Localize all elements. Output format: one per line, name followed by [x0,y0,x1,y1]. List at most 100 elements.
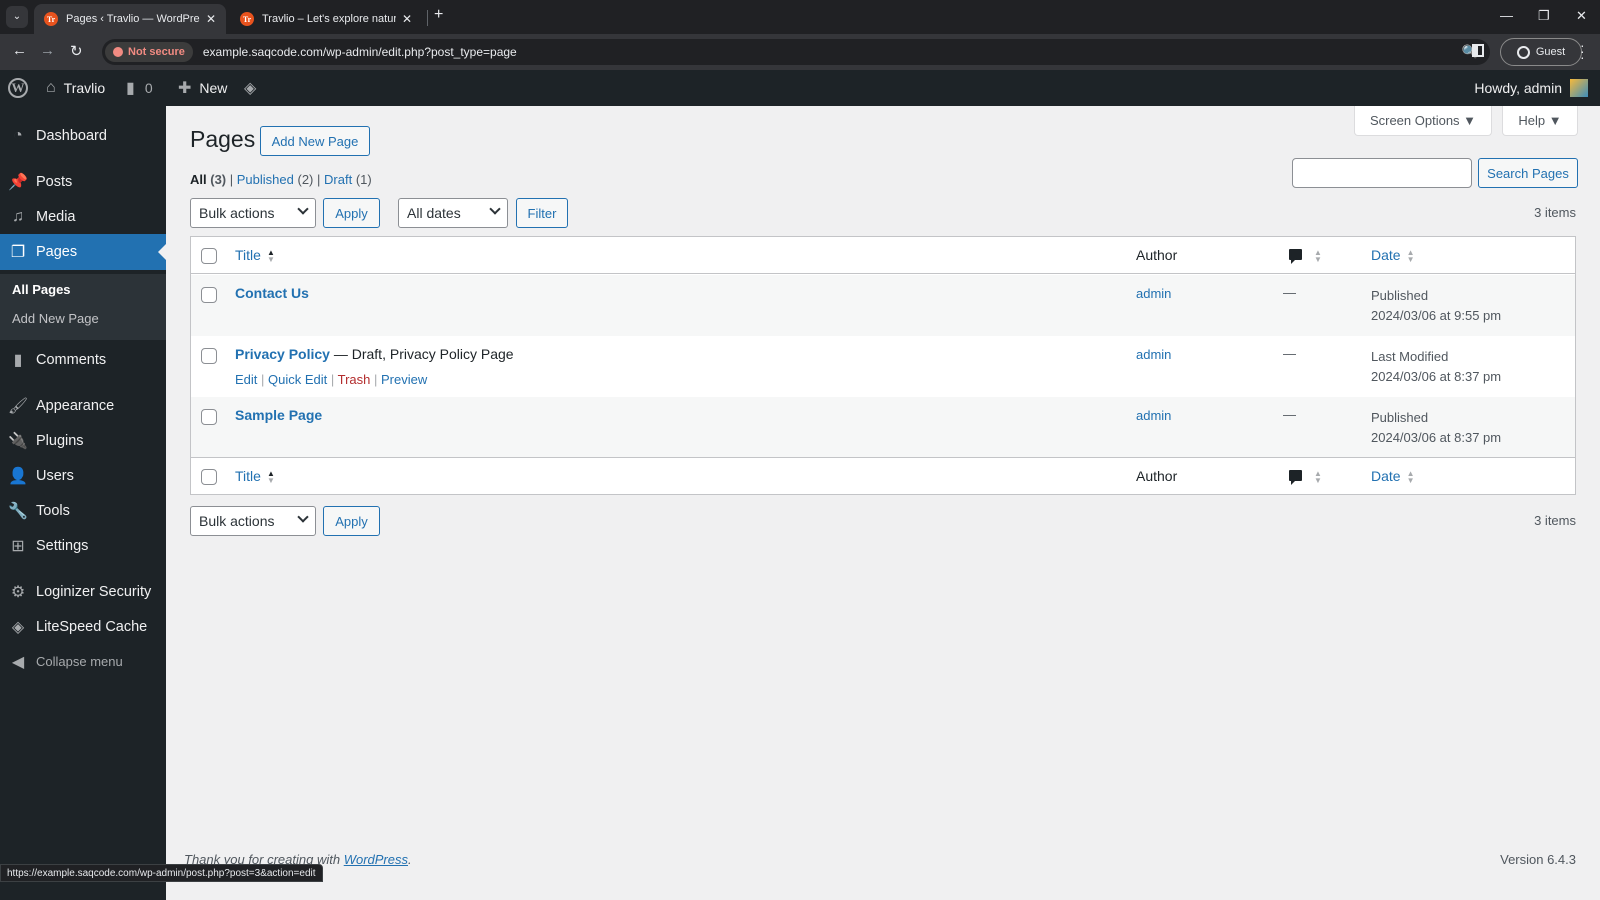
row-checkbox[interactable] [201,348,217,364]
screen-options-button[interactable]: Screen Options ▼ [1354,106,1492,136]
select-value: Bulk actions [199,205,275,221]
author-link[interactable]: admin [1136,286,1171,301]
trash-link[interactable]: Trash [338,372,371,387]
comment-icon: ▮ [13,351,23,369]
comments-column-header[interactable]: ▲ ▼ [1289,247,1322,264]
forward-button[interactable]: → [40,42,55,59]
back-button[interactable]: ← [12,42,27,59]
separator: | [229,172,237,187]
browser-menu-icon[interactable]: · · · [1580,38,1585,64]
edit-link[interactable]: Edit [235,372,257,387]
tab-travlio[interactable]: Tr Travlio – Let's explore natural vi ✕ [230,4,422,34]
title-column-footer[interactable]: Title ▲ ▼ [235,468,275,486]
minimize-button[interactable]: — [1500,8,1513,23]
comments-link[interactable]: ▮ 0 [126,70,153,106]
date-cell: Published 2024/03/06 at 9:55 pm [1371,286,1501,326]
sidebar-item-litespeed[interactable]: ◈ LiteSpeed Cache [0,609,166,644]
bulk-actions-select-top[interactable]: Bulk actions [190,198,316,228]
tab-pages[interactable]: Tr Pages ‹ Travlio — WordPress ✕ [34,4,226,34]
close-icon[interactable]: ✕ [206,12,216,26]
sidebar-item-label: Dashboard [36,127,107,144]
sidebar-item-tools[interactable]: 🔧 Tools [0,493,166,528]
sidebar-item-media[interactable]: ♫ Media [0,199,166,234]
window-close-button[interactable]: ✕ [1576,8,1587,24]
select-value: Bulk actions [199,513,275,529]
row-checkbox[interactable] [201,287,217,303]
author-link[interactable]: admin [1136,408,1171,423]
sidebar-item-appearance[interactable]: 🖌 Appearance [0,388,166,423]
filter-count: (2) [297,172,314,187]
page-title-link[interactable]: Sample Page [235,407,322,423]
search-input[interactable] [1292,158,1472,188]
sidebar-item-plugins[interactable]: 🔌 Plugins [0,423,166,458]
sidebar-item-users[interactable]: 👤 Users [0,458,166,493]
settings-icon: ⊞ [11,537,25,555]
url-text[interactable]: example.saqcode.com/wp-admin/edit.php?po… [203,45,517,59]
author-column-footer: Author [1136,468,1178,484]
date-column-header[interactable]: Date ▲ ▼ [1371,247,1415,264]
filter-draft[interactable]: Draft (1) [324,172,372,187]
account-menu[interactable]: Howdy, admin [1474,70,1588,106]
side-panel-icon[interactable] [1472,44,1484,57]
profile-label: Guest [1535,46,1566,58]
sidebar-item-pages[interactable]: ❐ Pages [0,234,166,270]
sidebar-item-label: LiteSpeed Cache [36,618,148,635]
apply-button-top[interactable]: Apply [323,198,380,228]
filter-all[interactable]: All (3) [190,172,226,187]
help-button[interactable]: Help ▼ [1502,106,1578,136]
submenu-all-pages[interactable]: All Pages [12,282,71,297]
dates-select[interactable]: All dates [398,198,508,228]
page-title-link[interactable]: Privacy Policy — Draft, Privacy Policy P… [235,346,514,362]
profile-button[interactable]: Guest [1500,38,1582,66]
comment-bubble-icon: ▮ [126,80,135,97]
restore-button[interactable]: ❐ [1538,8,1550,24]
sidebar-item-posts[interactable]: 📌 Posts [0,164,166,199]
sidebar-item-loginizer[interactable]: ⚙ Loginizer Security [0,574,166,609]
preview-link[interactable]: Preview [381,372,427,387]
collapse-menu-button[interactable]: ◀ Collapse menu [0,644,166,679]
sidebar-item-comments[interactable]: ▮ Comments [0,342,166,377]
date-column-footer[interactable]: Date ▲ ▼ [1371,468,1415,485]
submenu-add-new-page[interactable]: Add New Page [12,311,99,326]
filter-label: Draft [324,172,353,187]
row-checkbox[interactable] [201,409,217,425]
wp-logo-menu[interactable]: W [8,70,28,106]
sidebar-item-label: Loginizer Security [36,583,152,600]
post-state: — Draft, Privacy Policy Page [329,346,514,362]
comment-icon [1289,470,1302,485]
select-all-checkbox[interactable] [201,248,217,264]
sidebar-item-label: Users [36,467,74,484]
sidebar-item-dashboard[interactable]: ◔ Dashboard [0,118,166,153]
security-chip[interactable]: Not secure [105,42,193,62]
brush-icon: 🖌 [7,397,29,415]
search-pages-button[interactable]: Search Pages [1478,158,1578,188]
bulk-actions-select-bottom[interactable]: Bulk actions [190,506,316,536]
tab-search-button[interactable]: ⌄ [6,6,28,28]
site-name-link[interactable]: ⌂ Travlio [46,70,105,106]
author-link[interactable]: admin [1136,347,1171,362]
reload-button[interactable]: ↻ [70,42,83,60]
apply-button-bottom[interactable]: Apply [323,506,380,536]
new-tab-button[interactable]: + [434,6,443,24]
sidebar-item-label: Settings [36,537,89,554]
quick-edit-link[interactable]: Quick Edit [268,372,327,387]
comments-count: — [1283,346,1296,361]
comments-column-footer[interactable]: ▲ ▼ [1289,468,1322,485]
diamond-icon: ◈ [11,618,25,636]
address-bar[interactable]: Not secure example.saqcode.com/wp-admin/… [102,39,1490,65]
page-title-link[interactable]: Contact Us [235,285,309,301]
filter-published[interactable]: Published (2) [237,172,314,187]
close-icon[interactable]: ✕ [402,12,412,26]
add-new-page-button[interactable]: Add New Page [260,126,370,156]
title-column-header[interactable]: Title ▲ ▼ [235,247,275,264]
litespeed-menu[interactable]: ◈ [244,70,264,106]
select-all-checkbox-bottom[interactable] [201,469,217,485]
wordpress-link[interactable]: WordPress [344,852,408,867]
publish-date: 2024/03/06 at 8:37 pm [1371,369,1502,384]
filter-button[interactable]: Filter [516,198,568,228]
sidebar-item-settings[interactable]: ⊞ Settings [0,528,166,563]
date-cell: Published 2024/03/06 at 8:37 pm [1371,408,1501,448]
warning-icon [113,47,123,57]
new-content-link[interactable]: ✚ New [178,70,227,106]
sort-icon: ▲ ▼ [266,469,275,486]
